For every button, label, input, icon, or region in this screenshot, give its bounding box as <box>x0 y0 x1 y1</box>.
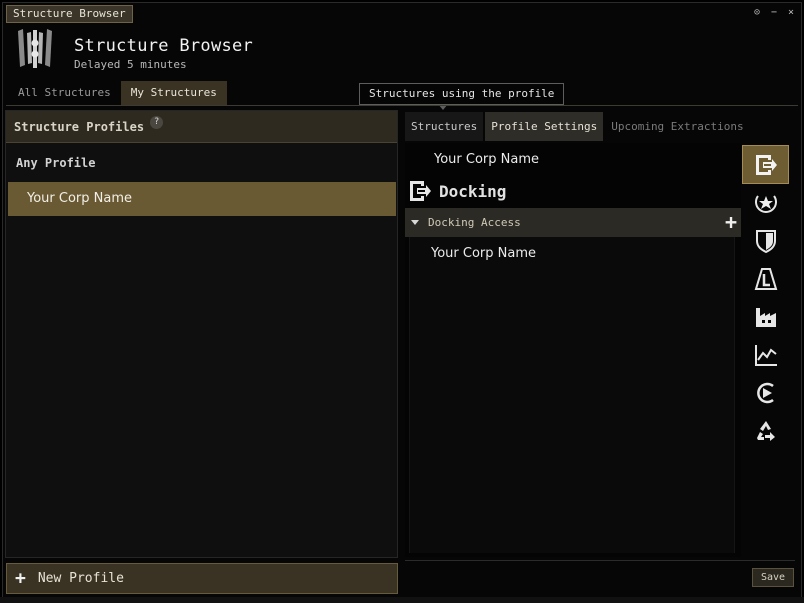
page-title: Structure Browser <box>74 36 254 56</box>
plus-icon: + <box>15 567 26 589</box>
factory-icon <box>755 308 776 327</box>
category-defense[interactable] <box>742 222 789 260</box>
app-header: Structure Browser Delayed 5 minutes <box>11 27 411 73</box>
category-manufacturing[interactable] <box>742 298 789 336</box>
profile-name: Your Corp Name <box>434 152 539 167</box>
category-standings[interactable] <box>742 184 789 222</box>
structure-profiles-panel: Structure Profiles ? Any Profile Your Co… <box>5 110 398 558</box>
tab-upcoming-extractions[interactable]: Upcoming Extractions <box>605 112 749 141</box>
tab-structures[interactable]: Structures <box>405 112 484 141</box>
list-item[interactable]: Your Corp Name <box>431 246 536 261</box>
profiles-header: Structure Profiles ? <box>6 111 397 143</box>
jump-gate-icon <box>756 382 774 404</box>
tab-profile-settings[interactable]: Profile Settings <box>485 112 604 141</box>
market-chart-icon <box>754 345 777 366</box>
title-bar[interactable]: Structure Browser ⊙ − × <box>3 3 801 25</box>
minimize-icon[interactable]: − <box>770 7 778 19</box>
close-icon[interactable]: × <box>787 7 795 19</box>
category-jump-bridge[interactable] <box>742 374 789 412</box>
delay-subtitle: Delayed 5 minutes <box>74 58 187 71</box>
structure-logo-icon <box>18 29 52 68</box>
profiles-header-label: Structure Profiles <box>14 119 145 134</box>
footer-divider <box>405 560 795 561</box>
window-title: Structure Browser <box>6 5 133 23</box>
category-market[interactable] <box>742 336 789 374</box>
tower-icon <box>754 268 777 290</box>
section-title: Docking <box>439 181 507 201</box>
docking-access-list: Your Corp Name <box>409 237 735 553</box>
profile-details-area: Structures Profile Settings Upcoming Ext… <box>405 112 795 557</box>
save-button[interactable]: Save <box>752 568 794 587</box>
new-profile-button[interactable]: + New Profile <box>6 563 398 594</box>
medal-star-icon <box>754 195 777 213</box>
docking-icon <box>410 181 431 201</box>
settings-icon[interactable]: ⊙ <box>753 7 761 19</box>
category-structure-services[interactable] <box>742 260 789 298</box>
list-item-any-profile[interactable]: Any Profile <box>6 143 397 182</box>
docking-access-group[interactable]: Docking Access + <box>405 208 741 237</box>
tooltip: Structures using the profile <box>359 83 565 110</box>
help-icon[interactable]: ? <box>150 116 164 129</box>
new-profile-label: New Profile <box>37 571 124 586</box>
docking-access-label: Docking Access <box>428 216 521 229</box>
list-item-selected-profile[interactable]: Your Corp Name <box>8 182 396 216</box>
docking-icon <box>755 154 777 175</box>
category-docking[interactable] <box>742 145 789 184</box>
profile-settings-body: Your Corp Name Docking Docking Access + … <box>405 143 741 557</box>
main-tabs: All Structures My Structures <box>8 81 227 105</box>
window-controls: ⊙ − × <box>753 7 795 19</box>
tab-all-structures[interactable]: All Structures <box>8 81 121 105</box>
category-reprocessing[interactable] <box>742 412 789 450</box>
settings-category-bar <box>742 145 789 450</box>
shield-icon <box>755 230 776 254</box>
tab-my-structures[interactable]: My Structures <box>120 81 227 105</box>
sub-tabs: Structures Profile Settings Upcoming Ext… <box>405 112 752 141</box>
background-strip <box>0 597 804 603</box>
tabs-divider <box>6 105 798 106</box>
docking-section-header: Docking <box>405 177 506 205</box>
add-access-icon[interactable]: + <box>725 211 737 233</box>
recycle-icon <box>756 421 775 441</box>
expand-triangle-icon[interactable] <box>411 220 419 225</box>
